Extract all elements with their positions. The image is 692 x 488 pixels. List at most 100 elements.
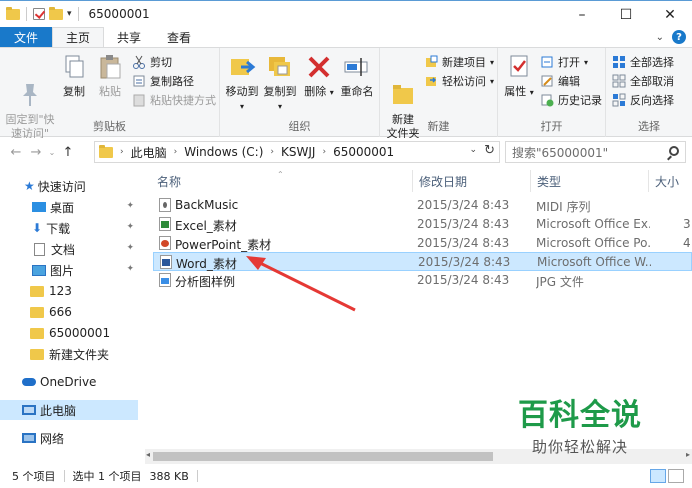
easy-access-button[interactable]: 轻松访问 ▾: [424, 72, 494, 90]
sidebar-item-label: 新建文件夹: [49, 347, 110, 362]
status-bar: 5 个项目 选中 1 个项目 388 KB: [0, 464, 692, 488]
sidebar-item-network[interactable]: 网络: [0, 428, 138, 448]
scroll-right-icon[interactable]: ▸: [686, 450, 690, 459]
file-row[interactable]: 分析图样例 2015/3/24 8:43 JPG 文件: [153, 271, 692, 290]
tab-share[interactable]: 共享: [104, 27, 154, 47]
sidebar-item-label: 快速访问: [37, 179, 86, 194]
column-header-date[interactable]: 修改日期: [413, 170, 531, 192]
column-header-name[interactable]: 名称 ⌃: [151, 170, 413, 192]
rename-button[interactable]: 重命名: [338, 52, 376, 99]
history-button[interactable]: 历史记录: [540, 91, 602, 109]
maximize-button[interactable]: ☐: [604, 1, 648, 28]
address-bar[interactable]: › 此电脑 › Windows (C:) › KSWJJ › 65000001 …: [94, 141, 500, 163]
file-row[interactable]: Excel_素材 2015/3/24 8:43 Microsoft Office…: [153, 215, 692, 234]
up-arrow-icon[interactable]: ↑: [58, 145, 78, 160]
copy-path-button[interactable]: 复制路径: [132, 72, 194, 90]
file-row[interactable]: BackMusic 2015/3/24 8:43 MIDI 序列: [153, 196, 692, 215]
edit-button[interactable]: 编辑: [540, 72, 580, 90]
powerpoint-file-icon: [159, 236, 171, 250]
chevron-down-icon: ▾: [490, 76, 495, 86]
breadcrumb-drive-c[interactable]: Windows (C:): [184, 145, 263, 159]
sidebar-item-65000001[interactable]: 65000001: [0, 323, 138, 343]
collapse-ribbon-icon[interactable]: ⌄: [656, 32, 664, 43]
recent-locations-chevron-icon[interactable]: ⌄: [46, 148, 58, 157]
minimize-button[interactable]: –: [560, 1, 604, 28]
sidebar-item-documents[interactable]: 文档 ✦: [0, 239, 138, 259]
sidebar-item-label: OneDrive: [40, 375, 97, 389]
organize-group: 移动到 ▾ 复制到 ▾ 删除 ▾ 重命名 组织: [220, 48, 380, 137]
help-icon[interactable]: ?: [672, 30, 686, 44]
clipboard-group: 固定到"快 速访问" 复制 粘贴 剪切 复制路径 粘贴快捷方式 剪贴板: [0, 48, 220, 140]
pictures-icon: [32, 264, 46, 276]
breadcrumb-separator-icon[interactable]: ›: [120, 147, 124, 157]
column-header-type[interactable]: 类型: [531, 170, 649, 192]
sidebar-item-quick-access[interactable]: ★ 快速访问: [0, 176, 138, 196]
breadcrumb-65000001[interactable]: 65000001: [333, 145, 394, 159]
pin-icon: [15, 66, 45, 106]
tab-home[interactable]: 主页: [52, 27, 105, 47]
quick-access-toolbar: ▾: [0, 6, 81, 21]
clipboard-group-label: 剪贴板: [93, 120, 126, 133]
scrollbar-thumb[interactable]: [153, 452, 493, 461]
back-arrow-icon[interactable]: ←: [6, 145, 26, 160]
breadcrumb-kswjj[interactable]: KSWJJ: [281, 145, 315, 159]
new-folder-icon[interactable]: [49, 6, 63, 20]
details-view-icon[interactable]: [650, 469, 666, 483]
sidebar-item-this-pc[interactable]: 此电脑: [0, 400, 138, 420]
tab-view[interactable]: 查看: [154, 27, 204, 47]
move-to-button[interactable]: 移动到 ▾: [224, 52, 260, 114]
ribbon: 固定到"快 速访问" 复制 粘贴 剪切 复制路径 粘贴快捷方式 剪贴板 移动到 …: [0, 47, 692, 140]
column-header-size[interactable]: 大小: [649, 170, 692, 192]
new-group: 新建 文件夹 新建项目 ▾ 轻松访问 ▾ 新建: [380, 48, 498, 140]
delete-button[interactable]: 删除 ▾: [304, 52, 334, 100]
cut-button[interactable]: 剪切: [132, 53, 172, 71]
invert-selection-button[interactable]: 反向选择: [612, 91, 674, 109]
address-dropdown-icon[interactable]: ⌄: [469, 145, 477, 155]
cut-label: 剪切: [150, 56, 172, 69]
forward-arrow-icon[interactable]: →: [26, 145, 46, 160]
column-header-label: 修改日期: [419, 174, 468, 189]
sidebar-item-123[interactable]: 123: [0, 281, 138, 301]
large-icons-view-icon[interactable]: [668, 469, 684, 483]
chevron-down-icon: ▾: [277, 102, 282, 111]
breadcrumb-separator-icon[interactable]: ›: [270, 147, 274, 157]
folder-icon: [99, 144, 113, 158]
refresh-icon[interactable]: ↻: [484, 143, 495, 158]
open-button[interactable]: 打开 ▾: [540, 53, 588, 71]
select-none-button[interactable]: 全部取消: [612, 72, 674, 90]
sidebar-item-pictures[interactable]: 图片 ✦: [0, 260, 138, 280]
breadcrumb-separator-icon[interactable]: ›: [322, 147, 326, 157]
paste-button[interactable]: 粘贴: [94, 52, 126, 99]
scissors-icon: [132, 55, 146, 69]
tab-file[interactable]: 文件: [0, 27, 53, 47]
search-input[interactable]: 搜索"65000001": [505, 141, 686, 163]
sidebar-item-666[interactable]: 666: [0, 302, 138, 322]
ribbon-right-controls: ⌄ ?: [656, 27, 692, 47]
folder-icon: [30, 285, 44, 297]
scroll-left-icon[interactable]: ◂: [146, 450, 150, 459]
properties-check-icon[interactable]: [33, 8, 45, 20]
sidebar-item-onedrive[interactable]: OneDrive: [0, 372, 138, 392]
file-row-selected[interactable]: Word_素材 2015/3/24 8:43 Microsoft Office …: [153, 252, 692, 271]
navigation-pane: ★ 快速访问 桌面 ✦ ⬇ 下载 ✦ 文档 ✦ 图片 ✦ 123 666 650…: [0, 166, 145, 464]
divider: [196, 470, 198, 482]
sidebar-item-desktop[interactable]: 桌面 ✦: [0, 197, 138, 217]
pin-icon: ✦: [126, 243, 134, 253]
new-item-button[interactable]: 新建项目 ▾: [424, 53, 494, 71]
copy-icon: [59, 52, 89, 82]
breadcrumb-separator-icon[interactable]: ›: [174, 147, 178, 157]
file-row[interactable]: PowerPoint_素材 2015/3/24 8:43 Microsoft O…: [153, 234, 692, 253]
copy-to-button[interactable]: 复制到 ▾: [262, 52, 298, 114]
copy-to-label: 复制到: [263, 85, 297, 98]
file-size: 4: [683, 236, 691, 250]
properties-button[interactable]: 属性 ▾: [504, 52, 534, 100]
breadcrumb-this-pc[interactable]: 此电脑: [131, 144, 167, 161]
paste-shortcut-button[interactable]: 粘贴快捷方式: [132, 91, 216, 109]
close-button[interactable]: ✕: [648, 1, 692, 28]
sidebar-item-downloads[interactable]: ⬇ 下载 ✦: [0, 218, 138, 238]
copy-button[interactable]: 复制: [58, 52, 90, 99]
sidebar-item-label: 下载: [46, 221, 71, 236]
chevron-down-icon[interactable]: ▾: [67, 9, 72, 19]
sidebar-item-new-folder[interactable]: 新建文件夹: [0, 344, 138, 364]
select-all-button[interactable]: 全部选择: [612, 53, 674, 71]
